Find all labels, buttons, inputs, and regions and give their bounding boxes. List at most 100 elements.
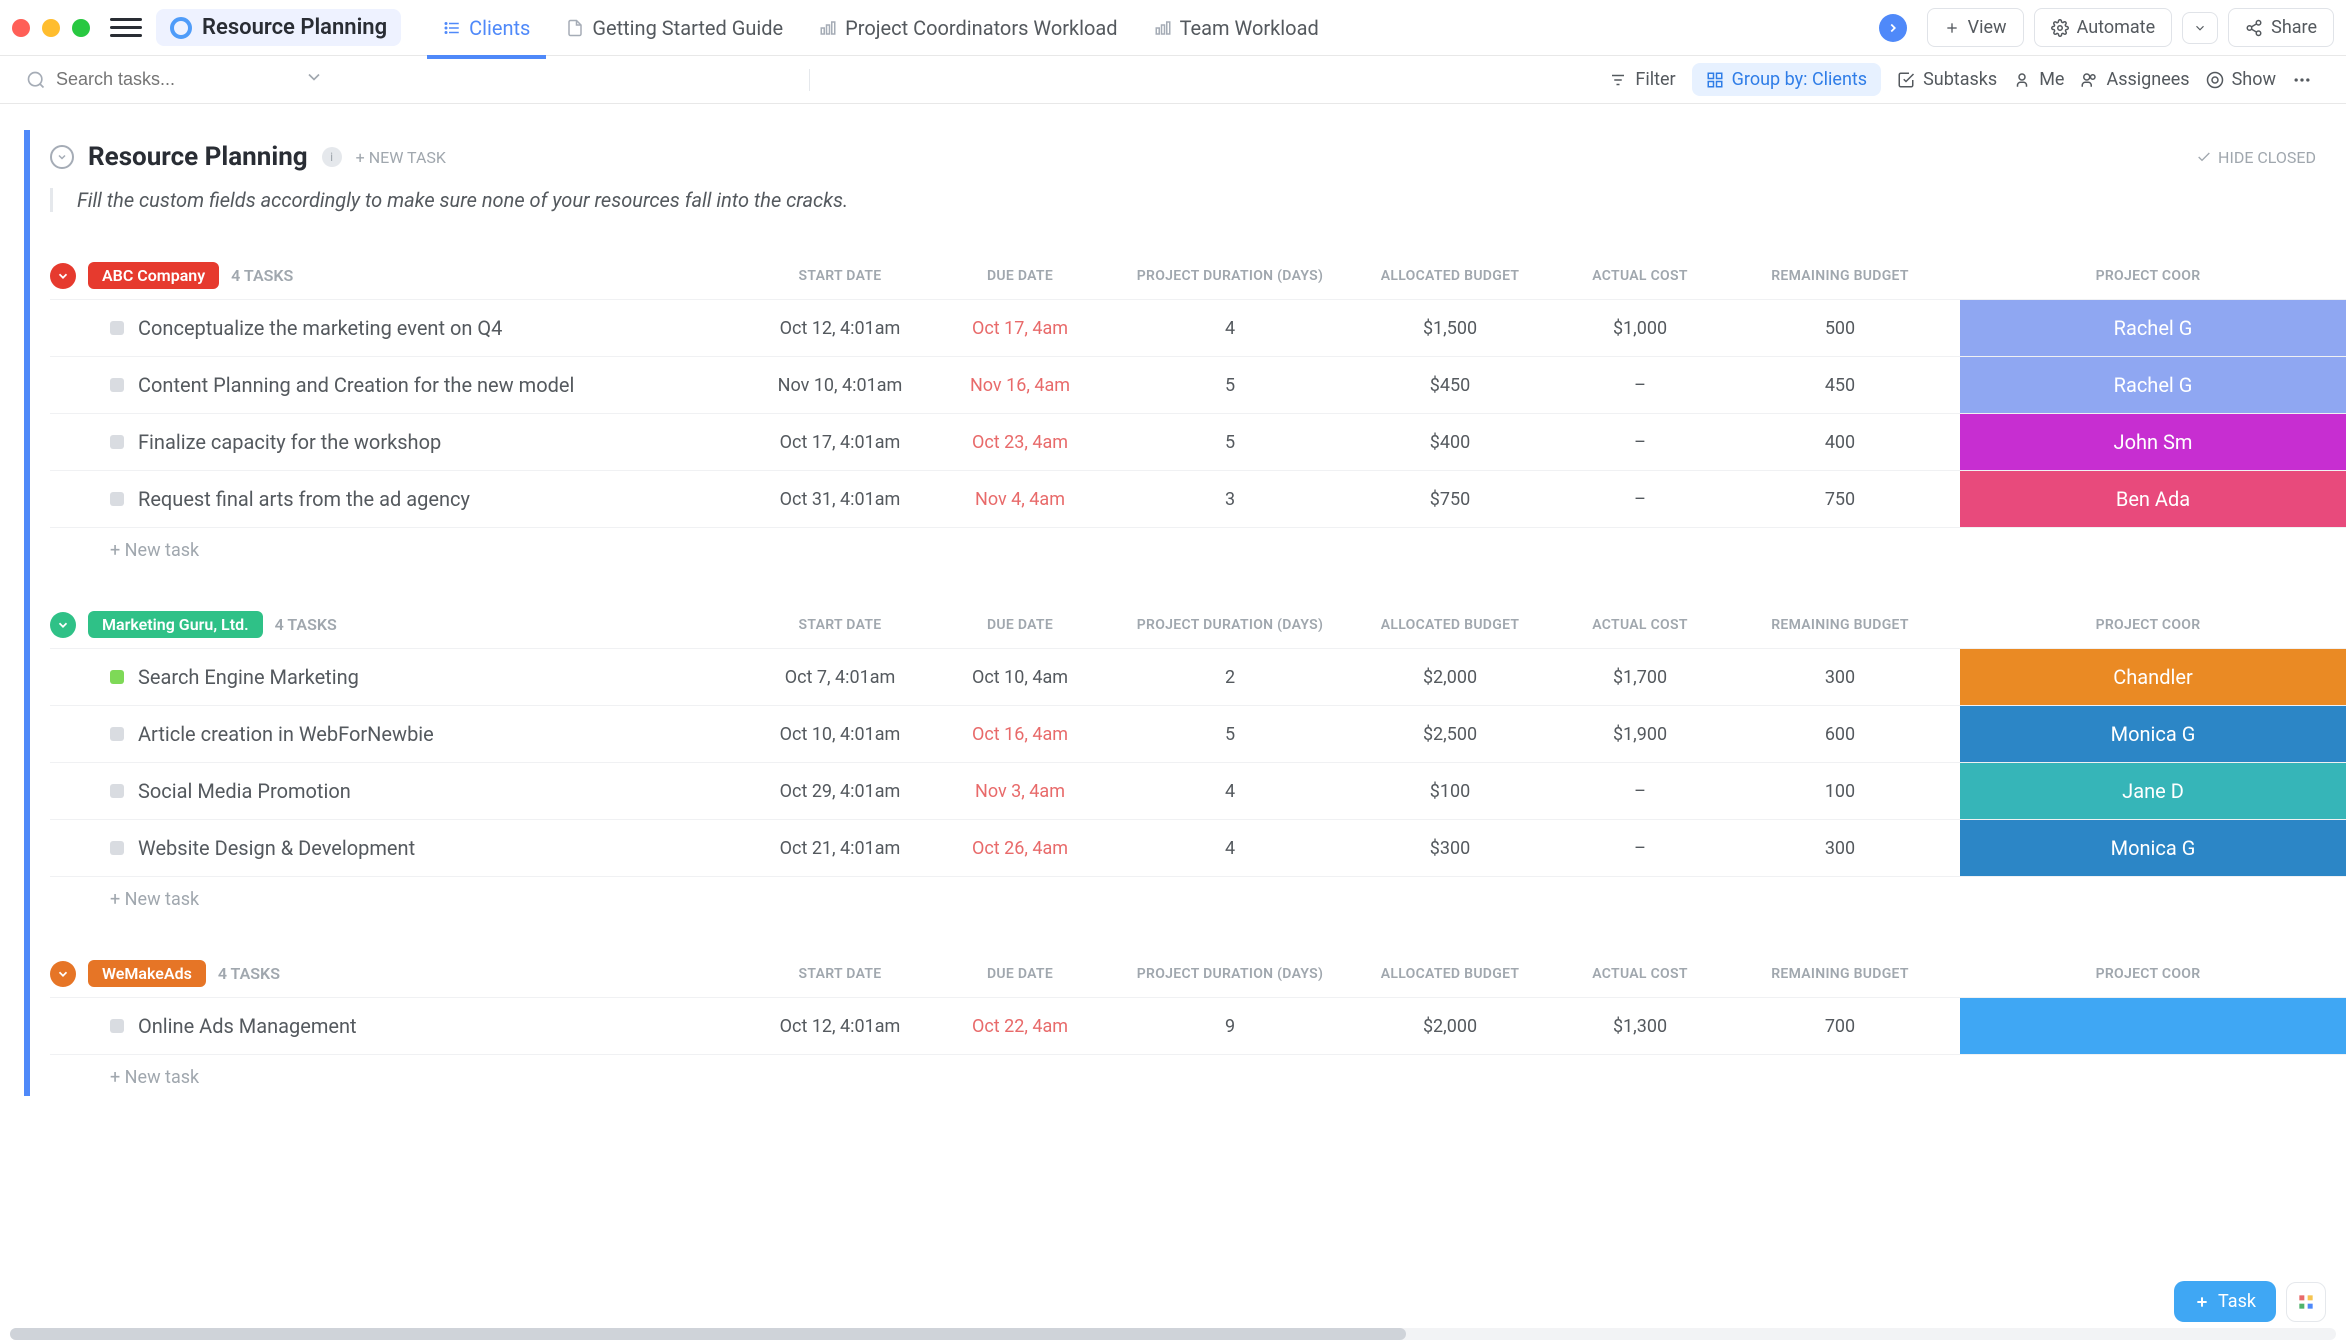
group-new-task-button[interactable]: + New task <box>50 528 2346 561</box>
actual-cost-cell[interactable]: – <box>1550 838 1730 859</box>
column-header[interactable]: REMAINING BUDGET <box>1730 268 1950 284</box>
column-header[interactable]: DUE DATE <box>930 268 1110 284</box>
coordinator-cell[interactable]: Jane D <box>1960 763 2346 819</box>
task-row[interactable]: Online Ads ManagementOct 12, 4:01amOct 2… <box>50 997 2346 1055</box>
actual-cost-cell[interactable]: $1,300 <box>1550 1016 1730 1037</box>
allocated-budget-cell[interactable]: $400 <box>1350 432 1550 453</box>
remaining-budget-cell[interactable]: 600 <box>1730 724 1950 745</box>
group-collapse-button[interactable] <box>50 263 76 289</box>
duration-cell[interactable]: 2 <box>1110 667 1350 688</box>
duration-cell[interactable]: 3 <box>1110 489 1350 510</box>
coordinator-cell[interactable]: Chandler <box>1960 649 2346 705</box>
column-header[interactable]: PROJECT DURATION (DAYS) <box>1110 268 1350 284</box>
horizontal-scrollbar[interactable] <box>10 1328 2336 1340</box>
task-row[interactable]: Finalize capacity for the workshopOct 17… <box>50 414 2346 471</box>
info-icon[interactable]: i <box>322 147 342 167</box>
column-header[interactable]: PROJECT DURATION (DAYS) <box>1110 966 1350 982</box>
share-button[interactable]: Share <box>2228 8 2334 47</box>
scrollbar-thumb[interactable] <box>10 1328 1406 1340</box>
column-header[interactable]: ACTUAL COST <box>1550 617 1730 633</box>
column-header[interactable]: REMAINING BUDGET <box>1730 617 1950 633</box>
me-button[interactable]: Me <box>2013 69 2064 90</box>
group-new-task-button[interactable]: + New task <box>50 1055 2346 1088</box>
start-date-cell[interactable]: Oct 21, 4:01am <box>750 838 930 859</box>
task-row[interactable]: Article creation in WebForNewbieOct 10, … <box>50 706 2346 763</box>
add-view-button[interactable]: View <box>1927 8 2024 47</box>
column-header[interactable]: DUE DATE <box>930 617 1110 633</box>
coordinator-cell[interactable]: John Sm <box>1960 414 2346 470</box>
start-date-cell[interactable]: Oct 29, 4:01am <box>750 781 930 802</box>
menu-toggle-button[interactable] <box>110 12 142 44</box>
column-header[interactable]: PROJECT COOR <box>1950 966 2346 982</box>
column-header[interactable]: ACTUAL COST <box>1550 966 1730 982</box>
column-header[interactable]: START DATE <box>750 966 930 982</box>
due-date-cell[interactable]: Oct 17, 4am <box>930 318 1110 339</box>
start-date-cell[interactable]: Oct 17, 4:01am <box>750 432 930 453</box>
search-box[interactable] <box>26 67 793 92</box>
coordinator-cell[interactable] <box>1960 998 2346 1054</box>
status-square[interactable] <box>110 784 124 798</box>
duration-cell[interactable]: 5 <box>1110 432 1350 453</box>
remaining-budget-cell[interactable]: 700 <box>1730 1016 1950 1037</box>
client-pill[interactable]: WeMakeAds <box>88 960 206 987</box>
space-selector[interactable]: Resource Planning <box>156 9 401 46</box>
column-header[interactable]: ACTUAL COST <box>1550 268 1730 284</box>
status-square[interactable] <box>110 1019 124 1033</box>
actual-cost-cell[interactable]: $1,000 <box>1550 318 1730 339</box>
group-by-button[interactable]: Group by: Clients <box>1692 63 1881 96</box>
subtasks-button[interactable]: Subtasks <box>1897 69 1997 90</box>
more-button[interactable] <box>2292 70 2320 90</box>
task-row[interactable]: Social Media PromotionOct 29, 4:01amNov … <box>50 763 2346 820</box>
remaining-budget-cell[interactable]: 100 <box>1730 781 1950 802</box>
section-new-task-button[interactable]: + NEW TASK <box>356 148 446 167</box>
remaining-budget-cell[interactable]: 400 <box>1730 432 1950 453</box>
status-square[interactable] <box>110 670 124 684</box>
allocated-budget-cell[interactable]: $300 <box>1350 838 1550 859</box>
column-header[interactable]: ALLOCATED BUDGET <box>1350 617 1550 633</box>
start-date-cell[interactable]: Oct 12, 4:01am <box>750 318 930 339</box>
remaining-budget-cell[interactable]: 450 <box>1730 375 1950 396</box>
due-date-cell[interactable]: Oct 22, 4am <box>930 1016 1110 1037</box>
coordinator-cell[interactable]: Ben Ada <box>1960 471 2346 527</box>
actual-cost-cell[interactable]: – <box>1550 375 1730 396</box>
remaining-budget-cell[interactable]: 300 <box>1730 667 1950 688</box>
coordinator-cell[interactable]: Monica G <box>1960 820 2346 876</box>
duration-cell[interactable]: 9 <box>1110 1016 1350 1037</box>
column-header[interactable]: PROJECT DURATION (DAYS) <box>1110 617 1350 633</box>
client-pill[interactable]: ABC Company <box>88 262 219 289</box>
due-date-cell[interactable]: Oct 16, 4am <box>930 724 1110 745</box>
status-square[interactable] <box>110 378 124 392</box>
allocated-budget-cell[interactable]: $2,000 <box>1350 667 1550 688</box>
due-date-cell[interactable]: Oct 10, 4am <box>930 667 1110 688</box>
apps-button[interactable] <box>2286 1282 2326 1322</box>
start-date-cell[interactable]: Oct 12, 4:01am <box>750 1016 930 1037</box>
task-row[interactable]: Conceptualize the marketing event on Q4O… <box>50 299 2346 357</box>
actual-cost-cell[interactable]: $1,700 <box>1550 667 1730 688</box>
group-collapse-button[interactable] <box>50 961 76 987</box>
task-row[interactable]: Content Planning and Creation for the ne… <box>50 357 2346 414</box>
duration-cell[interactable]: 4 <box>1110 781 1350 802</box>
remaining-budget-cell[interactable]: 300 <box>1730 838 1950 859</box>
start-date-cell[interactable]: Nov 10, 4:01am <box>750 375 930 396</box>
column-header[interactable]: DUE DATE <box>930 966 1110 982</box>
duration-cell[interactable]: 4 <box>1110 838 1350 859</box>
actual-cost-cell[interactable]: $1,900 <box>1550 724 1730 745</box>
tab-getting-started-guide[interactable]: Getting Started Guide <box>550 6 799 50</box>
start-date-cell[interactable]: Oct 31, 4:01am <box>750 489 930 510</box>
task-row[interactable]: Search Engine MarketingOct 7, 4:01amOct … <box>50 648 2346 706</box>
minimize-window-button[interactable] <box>42 19 60 37</box>
duration-cell[interactable]: 5 <box>1110 724 1350 745</box>
close-window-button[interactable] <box>12 19 30 37</box>
task-row[interactable]: Request final arts from the ad agencyOct… <box>50 471 2346 528</box>
allocated-budget-cell[interactable]: $100 <box>1350 781 1550 802</box>
search-input[interactable] <box>56 69 288 90</box>
status-square[interactable] <box>110 841 124 855</box>
column-header[interactable]: START DATE <box>750 268 930 284</box>
tab-project-coordinators-workload[interactable]: Project Coordinators Workload <box>803 6 1133 50</box>
assignees-button[interactable]: Assignees <box>2080 69 2189 90</box>
remaining-budget-cell[interactable]: 750 <box>1730 489 1950 510</box>
coordinator-cell[interactable]: Monica G <box>1960 706 2346 762</box>
status-square[interactable] <box>110 492 124 506</box>
show-button[interactable]: Show <box>2206 69 2276 90</box>
column-header[interactable]: PROJECT COOR <box>1950 617 2346 633</box>
